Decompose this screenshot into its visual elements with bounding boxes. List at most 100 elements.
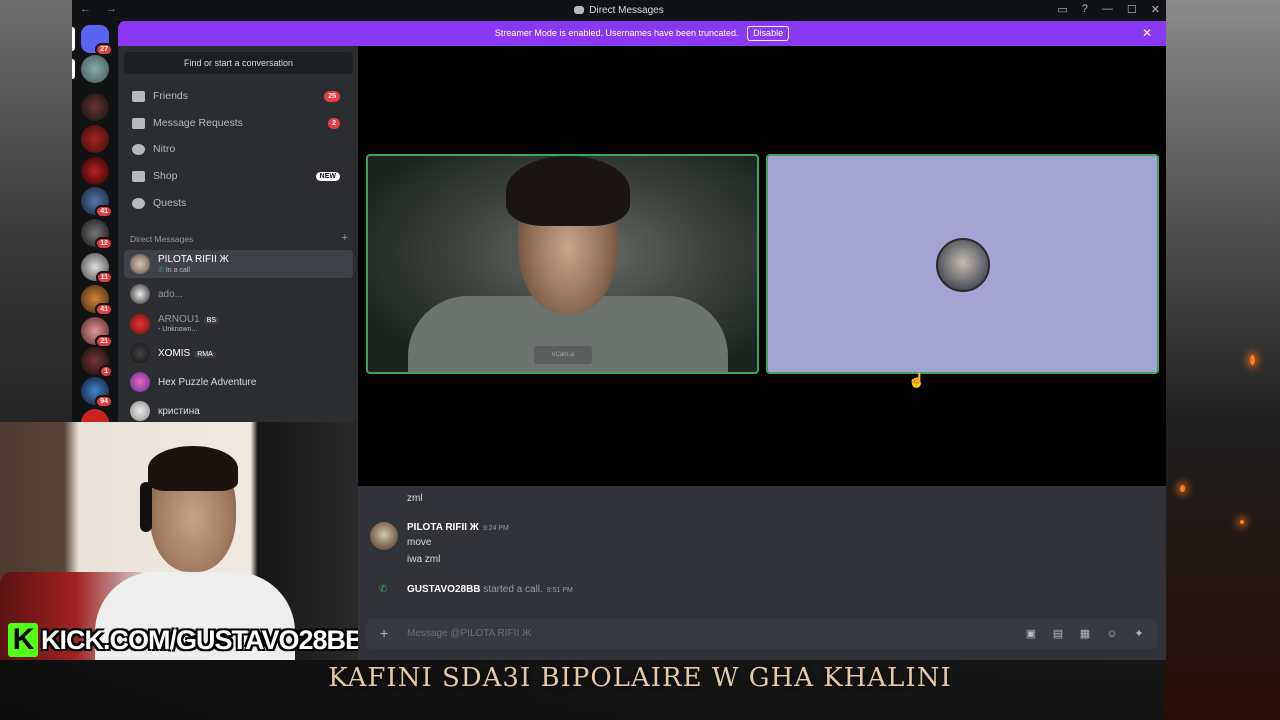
ember bbox=[1250, 355, 1255, 365]
active-pill bbox=[72, 27, 75, 51]
streamer-message: Streamer Mode is enabled. Usernames have… bbox=[494, 28, 739, 38]
chat-panel: zml PILOTA RIFII Ж 9:24 PM move iwa zml ✆… bbox=[358, 486, 1166, 660]
close-icon[interactable]: ✕ bbox=[1151, 3, 1160, 16]
timestamp: 9:51 PM bbox=[546, 587, 573, 594]
vcam-watermark: VCam.ai bbox=[534, 346, 592, 364]
dm-sidebar: Find or start a conversation Friends 25 M… bbox=[118, 46, 358, 436]
add-attachment-icon[interactable]: + bbox=[380, 625, 388, 641]
server-icon[interactable]: 11 bbox=[81, 253, 113, 284]
dm-item[interactable]: Hex Puzzle Adventure bbox=[124, 368, 353, 396]
discord-icon bbox=[574, 6, 585, 14]
window-controls: ▭ ? — ☐ ✕ bbox=[1057, 3, 1160, 16]
avatar[interactable] bbox=[370, 522, 398, 550]
avatar bbox=[130, 401, 150, 421]
sidebar-item-message-requests[interactable]: Message Requests 2 bbox=[126, 111, 348, 135]
clan-tag: RMA bbox=[194, 351, 216, 358]
badge: 1 bbox=[99, 365, 113, 378]
streamer-hair bbox=[148, 446, 238, 491]
count-badge: 2 bbox=[328, 117, 340, 129]
emoji-icon[interactable]: ☺ bbox=[1105, 627, 1119, 641]
dm-item[interactable]: XOMIS RMA bbox=[124, 339, 353, 367]
badge: 12 bbox=[95, 237, 113, 250]
help-icon[interactable]: ? bbox=[1082, 3, 1088, 16]
phone-icon: ✆ bbox=[158, 267, 166, 274]
dm-item[interactable]: кристина bbox=[124, 397, 353, 425]
dm-item[interactable]: PILOTA RIFII Ж ✆ In a call bbox=[124, 250, 353, 278]
stream-caption: KAFINI SDA3I BIPOLAIRE W GHA KHALINI bbox=[328, 663, 952, 693]
search-input[interactable]: Find or start a conversation bbox=[124, 52, 353, 74]
streamer-webcam: K KICK.COM/GUSTAVO28BB bbox=[0, 422, 358, 660]
maximize-icon[interactable]: ☐ bbox=[1127, 3, 1137, 16]
call-avatar bbox=[936, 238, 990, 292]
sidebar-item-friends[interactable]: Friends 25 bbox=[126, 84, 348, 108]
server-icon[interactable]: 94 bbox=[81, 377, 113, 408]
badge: 27 bbox=[95, 43, 113, 56]
video-tile-camera[interactable]: VCam.ai bbox=[366, 154, 759, 374]
timestamp: 9:24 PM bbox=[482, 525, 509, 532]
minimize-icon[interactable]: — bbox=[1102, 3, 1113, 16]
system-message: GUSTAVO28BB started a call. 9:51 PM bbox=[407, 584, 573, 595]
dm-item[interactable]: ARNOU1 BS - Unknown... bbox=[124, 310, 353, 338]
envelope-icon bbox=[132, 117, 145, 129]
server-icon[interactable] bbox=[81, 55, 109, 83]
sidebar-item-quests[interactable]: Quests bbox=[126, 191, 348, 215]
new-badge: NEW bbox=[315, 171, 340, 181]
badge: 94 bbox=[95, 395, 113, 408]
server-icon[interactable]: 1 bbox=[81, 347, 113, 378]
server-icon[interactable]: 21 bbox=[81, 317, 113, 348]
inbox-icon[interactable]: ▭ bbox=[1057, 3, 1067, 16]
nitro-icon bbox=[132, 143, 145, 155]
apps-icon[interactable]: ✦ bbox=[1132, 627, 1146, 641]
headset bbox=[140, 482, 152, 532]
ember bbox=[1180, 485, 1185, 492]
server-icon[interactable]: 41 bbox=[81, 285, 113, 316]
message: zml bbox=[407, 493, 423, 504]
friends-icon bbox=[132, 90, 145, 102]
dm-header: Direct Messages + bbox=[130, 232, 348, 244]
message-composer[interactable]: + Message @PILOTA RIFII Ж ▣ ▤ ▦ ☺ ✦ bbox=[366, 619, 1158, 649]
avatar bbox=[130, 254, 150, 274]
sidebar-item-shop[interactable]: Shop NEW bbox=[126, 164, 348, 188]
phone-icon: ✆ bbox=[379, 584, 388, 595]
window-title: Direct Messages bbox=[589, 5, 664, 16]
gif-icon[interactable]: ▤ bbox=[1051, 627, 1065, 641]
sticker-icon[interactable]: ▦ bbox=[1078, 627, 1092, 641]
disable-button[interactable]: Disable bbox=[747, 26, 790, 41]
avatar bbox=[130, 372, 150, 392]
streamer-mode-banner: Streamer Mode is enabled. Usernames have… bbox=[118, 21, 1166, 46]
badge: 41 bbox=[95, 303, 113, 316]
avatar bbox=[130, 343, 150, 363]
message-author[interactable]: PILOTA RIFII Ж bbox=[407, 522, 479, 533]
server-icon[interactable] bbox=[81, 157, 109, 185]
server-icon[interactable]: 12 bbox=[81, 219, 113, 250]
gift-icon[interactable]: ▣ bbox=[1024, 627, 1038, 641]
clan-tag: BS bbox=[203, 317, 220, 324]
message-line: iwa zml bbox=[407, 554, 441, 565]
video-tile-avatar[interactable] bbox=[766, 154, 1159, 374]
message-input[interactable]: Message @PILOTA RIFII Ж bbox=[407, 628, 531, 639]
participant-hair bbox=[506, 156, 630, 226]
kick-url: KICK.COM/GUSTAVO28BB bbox=[41, 624, 358, 655]
stream-frame: ← → Direct Messages ▭ ? — ☐ ✕ 27 41 12 1… bbox=[0, 0, 1280, 720]
server-icon[interactable] bbox=[81, 93, 109, 121]
badge: 41 bbox=[95, 205, 113, 218]
server-icon[interactable] bbox=[81, 125, 109, 153]
quests-icon bbox=[132, 197, 145, 209]
close-banner-icon[interactable]: ✕ bbox=[1142, 21, 1152, 46]
message-author[interactable]: GUSTAVO28BB bbox=[407, 584, 481, 595]
message-line: move bbox=[407, 537, 432, 548]
badge: 11 bbox=[95, 271, 113, 284]
message: PILOTA RIFII Ж 9:24 PM bbox=[407, 522, 509, 533]
avatar bbox=[130, 314, 150, 334]
server-icon[interactable]: 41 bbox=[81, 187, 113, 218]
home-button[interactable]: 27 bbox=[81, 25, 113, 56]
add-dm-icon[interactable]: + bbox=[342, 232, 348, 244]
ember bbox=[1240, 520, 1244, 524]
dm-item[interactable]: ado... bbox=[124, 280, 353, 308]
kick-banner: K KICK.COM/GUSTAVO28BB bbox=[8, 622, 358, 658]
count-badge: 25 bbox=[324, 90, 340, 102]
title-bar: ← → Direct Messages ▭ ? — ☐ ✕ bbox=[72, 0, 1166, 21]
avatar bbox=[130, 284, 150, 304]
sidebar-item-nitro[interactable]: Nitro bbox=[126, 137, 348, 161]
shop-icon bbox=[132, 170, 145, 182]
